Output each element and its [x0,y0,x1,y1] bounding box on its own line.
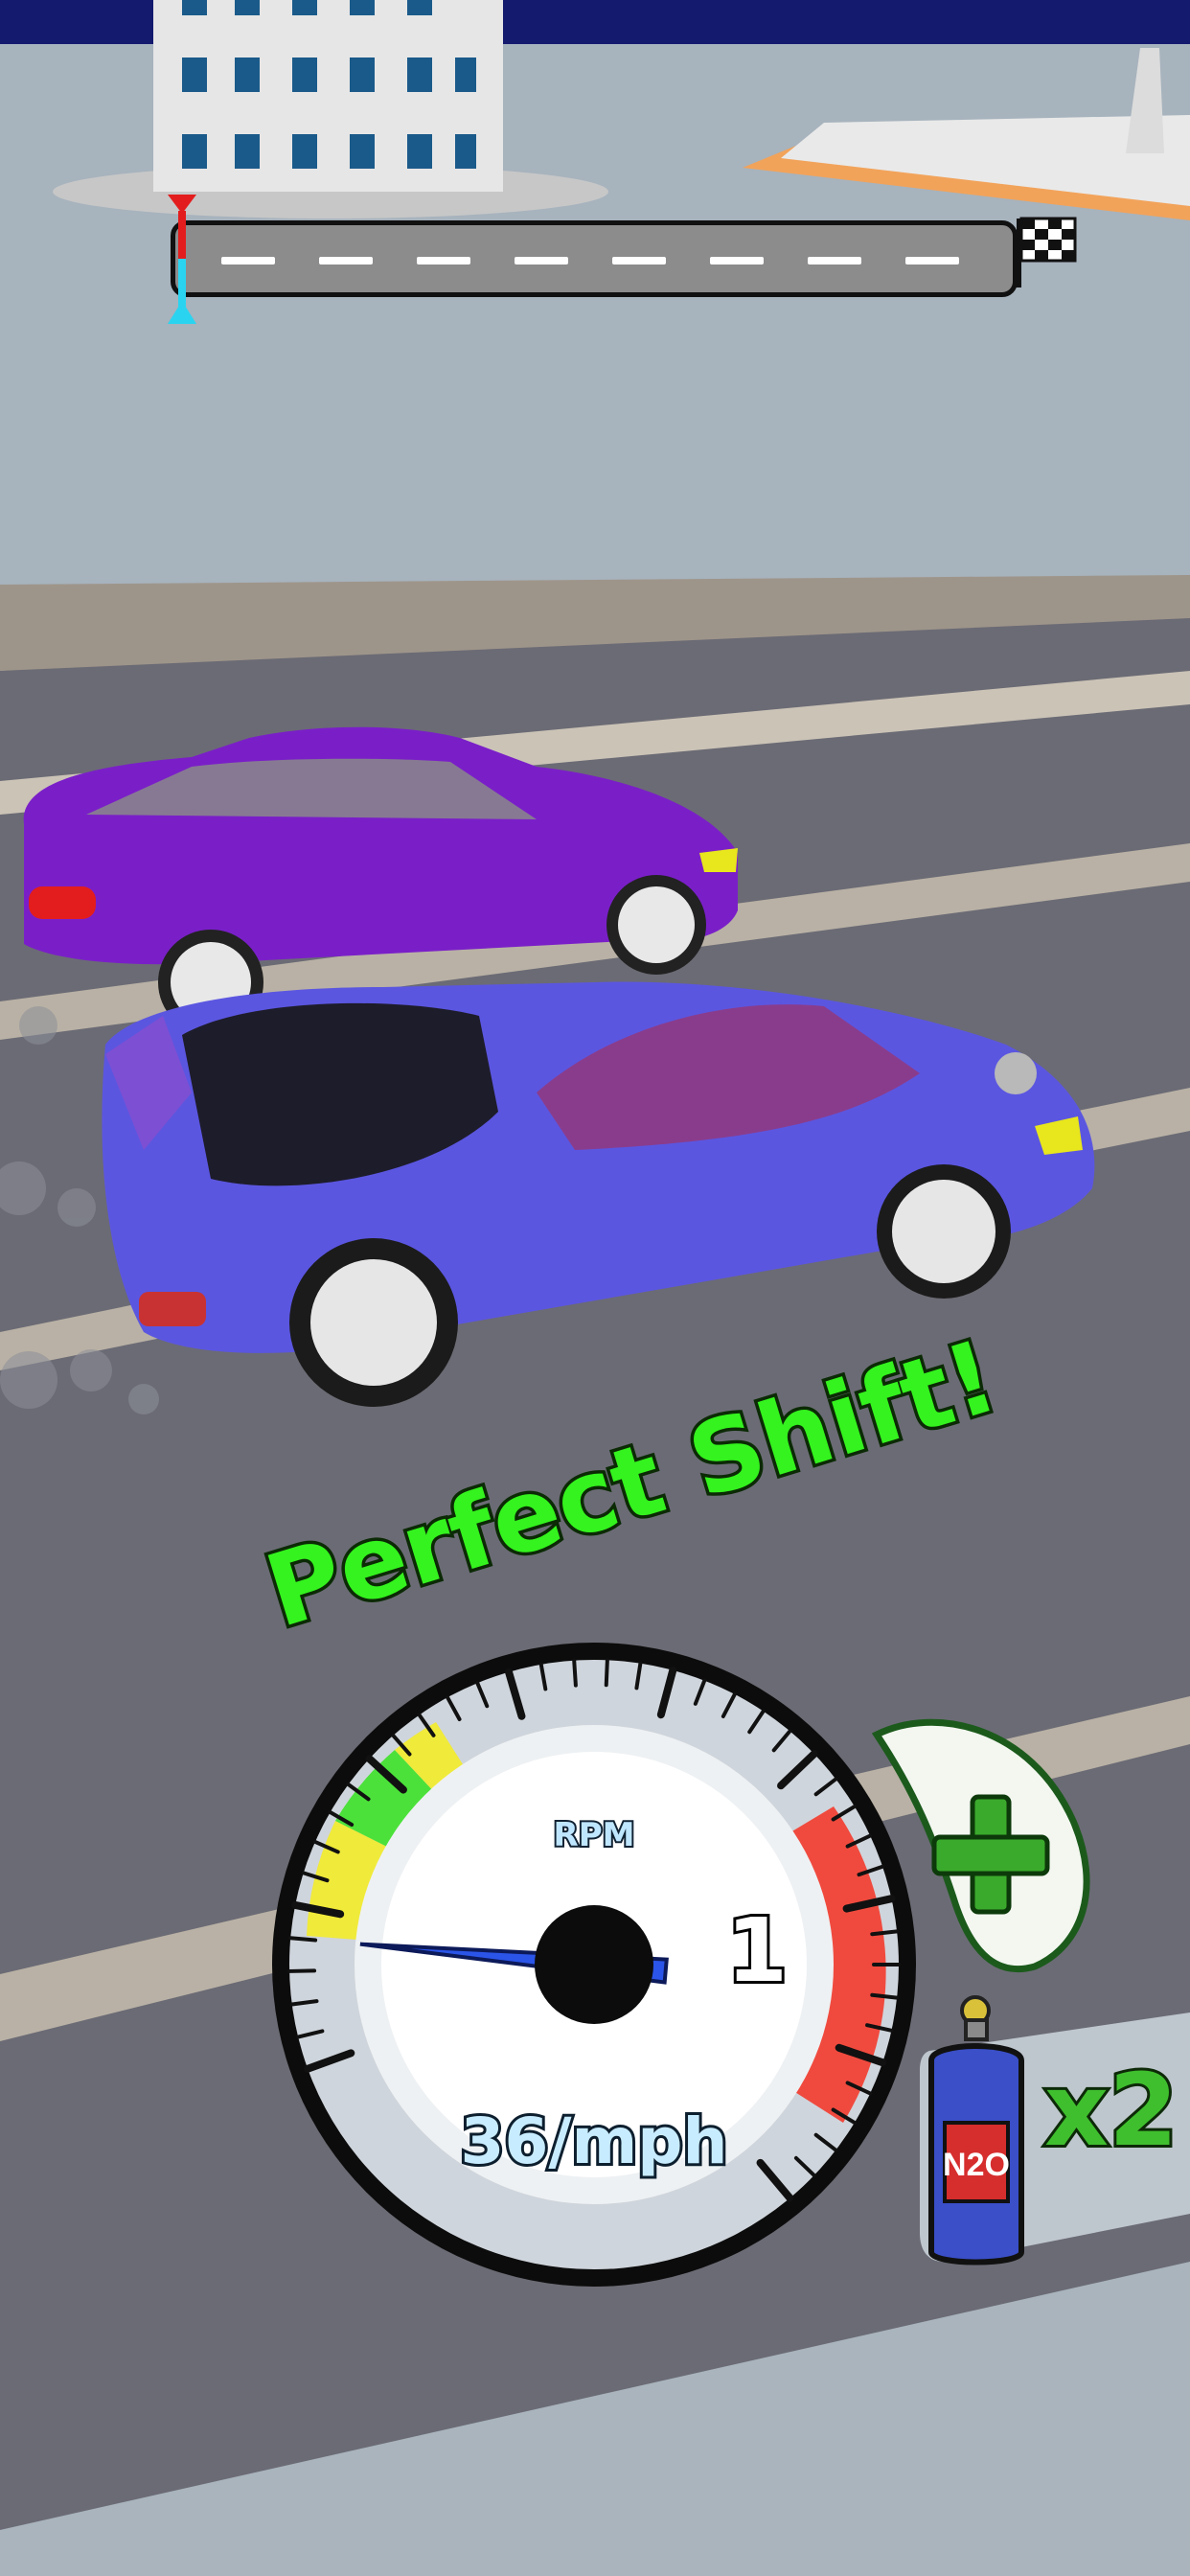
progress-dash [710,257,764,264]
progress-dash [515,257,568,264]
tachometer-tick [288,1936,318,1943]
tachometer-tick [870,1992,900,2000]
nitro-canister-icon: N2O [928,1995,1024,2266]
progress-dash [612,257,666,264]
race-progress-bar [171,220,1018,297]
player-position-marker-icon [168,195,196,324]
progress-dash [319,257,373,264]
nitro-canister-label: N2O [943,2147,1010,2183]
progress-dash [221,257,275,264]
progress-dash [417,257,470,264]
progress-dash [905,257,959,264]
tachometer-tick [572,1658,578,1688]
speed-readout: 36/mph [458,2102,731,2181]
tachometer-tick [604,1658,609,1688]
upgrade-button[interactable] [867,1715,1107,1974]
progress-dash [808,257,861,264]
gear-indicator: 1 [723,1899,790,2002]
nitro-count: x2 [1041,2052,1180,2169]
tachometer [272,1643,916,2287]
checkered-flag-icon [1017,217,1077,288]
tachometer-tick [287,1968,317,1973]
rpm-label: RPM [552,1814,637,1856]
